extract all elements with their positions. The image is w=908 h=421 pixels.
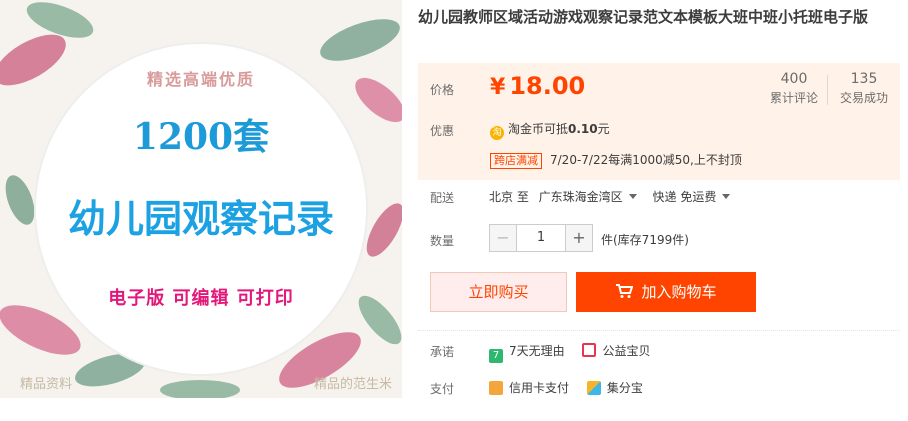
delivery-destination-select[interactable]: 广东珠海金湾区 [539,190,637,204]
promise-items: 7 7天无理由 公益宝贝 [489,342,650,363]
delivery-method-select[interactable]: 快递 免运费 [653,190,731,204]
payment-items: 信用卡支付 集分宝 [489,379,643,396]
price-panel: 价格 ¥18.00 400 累计评论 135 交易成功 优惠 淘淘金币可抵0.1… [418,63,900,180]
charity-heart-icon [582,343,597,357]
price-amount: 18.00 [509,72,586,100]
promise-charity-text: 公益宝贝 [602,344,651,358]
coin-offer: 淘淘金币可抵0.10元 [490,120,610,140]
reviews-stat[interactable]: 400 累计评论 [770,71,818,106]
payment-label: 支付 [430,382,455,396]
delivery-from: 北京 至 [489,190,529,204]
promise-label: 承诺 [430,345,455,359]
promise-charity[interactable]: 公益宝贝 [582,343,651,358]
delivery-label: 配送 [430,191,455,205]
coin-amount: 0.10 [568,122,598,136]
cross-store-discount: 跨店满减 7/20-7/22每满1000减50,上不封顶 [490,151,742,169]
reviews-count: 400 [780,71,808,87]
payment-jifenbao[interactable]: 集分宝 [586,381,643,395]
image-count: 1200套 [132,116,270,158]
quantity-stepper: − 1 + [489,224,593,252]
coin-text: 淘金币可抵 [508,122,569,136]
promise-7day-text: 7天无理由 [509,344,565,358]
add-to-cart-button[interactable]: 加入购物车 [576,272,756,312]
quantity-label: 数量 [430,234,455,248]
coin-unit: 元 [597,122,610,136]
quantity-input[interactable]: 1 [516,225,566,251]
product-title: 幼儿园教师区域活动游戏观察记录范文本模板大班中班小托班电子版 [418,8,869,26]
quantity-plus-button[interactable]: + [566,225,592,251]
delivery-destination: 广东珠海金湾区 [538,190,623,204]
stock-text: 件(库存7199件) [601,233,689,247]
jifenbao-icon [586,381,601,395]
image-features: 电子版 可编辑 可打印 [108,288,294,309]
divider [418,330,900,332]
watermark-left: 精品资料 [20,377,73,392]
quantity-minus-button[interactable]: − [490,225,516,251]
add-to-cart-label: 加入购物车 [641,283,717,301]
image-headline: 幼儿园观察记录 [67,197,334,241]
promise-7day[interactable]: 7 7天无理由 [489,344,565,363]
chevron-down-icon [628,194,637,199]
sales-count: 135 [850,71,878,87]
buy-now-button[interactable]: 立即购买 [430,272,567,312]
credit-card-icon [489,381,503,395]
cart-icon [616,284,634,298]
payment-credit-card[interactable]: 信用卡支付 [489,381,569,395]
seven-day-icon: 7 [489,349,503,363]
taojinbi-icon: 淘 [490,126,504,140]
price-label: 价格 [430,83,455,97]
sales-stat: 135 交易成功 [840,71,888,106]
credit-card-text: 信用卡支付 [509,381,570,395]
chevron-down-icon [722,194,731,199]
currency-symbol: ¥ [490,75,506,100]
delivery-info: 北京 至 广东珠海金湾区 快递 免运费 [489,188,731,205]
discount-text: 7/20-7/22每满1000减50,上不封顶 [550,153,742,167]
reviews-label: 累计评论 [770,91,819,105]
jifenbao-text: 集分宝 [606,381,643,395]
image-top-text: 精选高端优质 [146,70,255,89]
promo-label: 优惠 [430,124,455,138]
watermark-right: 精品的范生米 [313,377,392,392]
price-value: ¥18.00 [490,72,585,100]
delivery-method: 快递 免运费 [652,190,717,204]
discount-tag: 跨店满减 [490,153,542,169]
sales-label: 交易成功 [840,91,889,105]
product-image[interactable]: 精选高端优质 1200套 幼儿园观察记录 电子版 可编辑 可打印 精品资料 精品… [0,0,402,398]
stat-divider [827,75,828,105]
